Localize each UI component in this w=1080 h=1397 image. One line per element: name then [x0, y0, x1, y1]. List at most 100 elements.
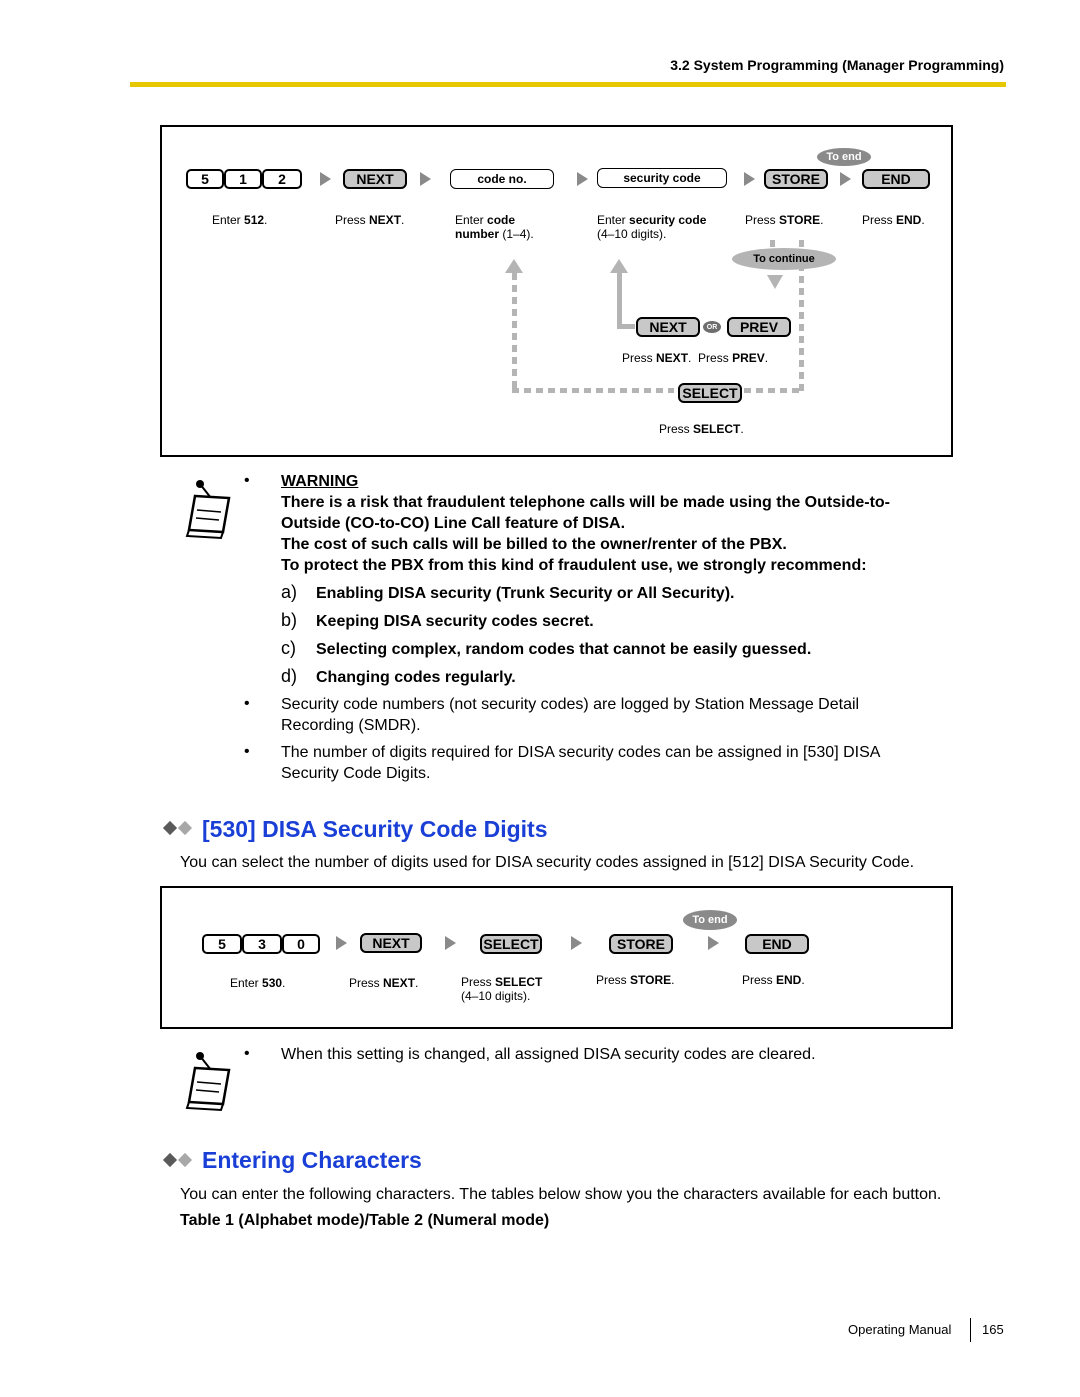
- note-line: Security code numbers (not security code…: [281, 696, 860, 713]
- bullet: •: [244, 743, 250, 760]
- to-end-badge: To end: [683, 910, 737, 930]
- warning-line: There is a risk that fraudulent telephon…: [281, 494, 890, 511]
- caption-text: .: [801, 973, 805, 987]
- section-header-title: 3.2 System Programming (Manager Programm…: [670, 57, 1004, 73]
- select-key: SELECT: [678, 383, 742, 403]
- digit-key: 1: [224, 169, 262, 189]
- caption-text: (4–10 digits).: [597, 227, 667, 241]
- next-key: NEXT: [343, 169, 407, 189]
- caption-bold: security code: [629, 213, 707, 227]
- caption-text: .: [671, 973, 675, 987]
- caption-press-select: Press SELECT.: [659, 422, 744, 436]
- digit-key: 0: [282, 934, 320, 954]
- caption-text: .: [415, 976, 419, 990]
- caption-press-select: Press SELECT (4–10 digits).: [461, 975, 542, 1003]
- digit-key: 2: [262, 169, 302, 189]
- footer-divider: [970, 1318, 971, 1342]
- digit-key: 3: [242, 934, 282, 954]
- caption-text: Press: [742, 973, 777, 987]
- caption-bold: 512: [244, 213, 265, 227]
- caption-enter-512: Enter 512.: [212, 213, 267, 227]
- loop-line: [744, 388, 804, 393]
- caption-bold: NEXT: [369, 213, 402, 227]
- arrow-right-icon: [420, 172, 431, 186]
- caption-text: Press: [461, 975, 496, 989]
- or-badge: OR: [703, 321, 721, 333]
- digit-key: 5: [202, 934, 242, 954]
- caption-bold: NEXT: [656, 351, 689, 365]
- loop-line: [512, 273, 517, 393]
- list-label: b): [281, 610, 298, 630]
- caption-text: .: [764, 351, 769, 365]
- store-key: STORE: [609, 934, 673, 954]
- arrow-right-icon: [336, 936, 347, 950]
- caption-bold: STORE: [630, 973, 672, 987]
- caption-press-store: Press STORE.: [745, 213, 823, 227]
- caption-text: Press: [596, 973, 631, 987]
- caption-bold: number: [455, 227, 500, 241]
- list-item: Enabling DISA security (Trunk Security o…: [316, 585, 735, 602]
- select-key: SELECT: [480, 934, 542, 954]
- next-key: NEXT: [636, 317, 700, 337]
- diamond-icon: [162, 1152, 178, 1168]
- digit-key: 5: [186, 169, 224, 189]
- to-end-badge: To end: [817, 148, 871, 166]
- caption-bold: NEXT: [383, 976, 416, 990]
- security-code-field: security code: [597, 168, 727, 188]
- bullet: •: [244, 472, 250, 489]
- list-item: Selecting complex, random codes that can…: [316, 641, 812, 658]
- caption-text: .: [820, 213, 824, 227]
- end-key: END: [862, 169, 930, 189]
- arrow-right-icon: [744, 172, 755, 186]
- caption-text: .: [401, 213, 405, 227]
- list-item: Changing codes regularly.: [316, 669, 516, 686]
- caption-press-end: Press END.: [742, 973, 805, 987]
- diamond-icon: [177, 1152, 193, 1168]
- header-rule: [130, 82, 1006, 87]
- note-line: Security Code Digits.: [281, 765, 431, 782]
- caption-text: Press: [659, 422, 694, 436]
- caption-text: Press: [349, 976, 384, 990]
- caption-text: Press: [622, 351, 657, 365]
- page-number: 165: [982, 1322, 1004, 1337]
- warning-line: To protect the PBX from this kind of fra…: [281, 557, 867, 574]
- caption-text: Press: [335, 213, 370, 227]
- store-key: STORE: [764, 169, 828, 189]
- caption-enter-530: Enter 530.: [230, 976, 285, 990]
- caption-press-next: Press NEXT.: [349, 976, 418, 990]
- warning-line: The cost of such calls will be billed to…: [281, 536, 787, 553]
- code-number-field: code no.: [450, 169, 554, 189]
- section-heading-530: [530] DISA Security Code Digits: [202, 816, 548, 842]
- diamond-icon: [177, 820, 193, 836]
- arrow-right-icon: [840, 172, 851, 186]
- flow-diagram-512: 5 1 2 NEXT code no. security code STORE …: [160, 125, 953, 457]
- next-key: NEXT: [360, 933, 422, 953]
- bullet: •: [244, 1045, 250, 1062]
- caption-bold: 530: [262, 976, 283, 990]
- prev-key: PREV: [727, 317, 791, 337]
- section-intro: You can select the number of digits used…: [180, 854, 915, 871]
- caption-text: Enter: [455, 213, 488, 227]
- arrow-down-icon: [767, 275, 783, 289]
- arrow-right-icon: [708, 936, 719, 950]
- end-key: END: [745, 934, 809, 954]
- bullet: •: [244, 695, 250, 712]
- caption-text: Press: [745, 213, 780, 227]
- diamond-icon: [162, 820, 178, 836]
- caption-bold: END: [776, 973, 802, 987]
- list-item: Keeping DISA security codes secret.: [316, 613, 594, 630]
- loop-line: [617, 324, 635, 329]
- list-label: c): [281, 638, 296, 658]
- caption-press-store: Press STORE.: [596, 973, 674, 987]
- arrow-right-icon: [577, 172, 588, 186]
- warning-line: Outside (CO-to-CO) Line Call feature of …: [281, 515, 626, 532]
- section-intro: You can enter the following characters. …: [180, 1186, 942, 1203]
- note-line: Recording (SMDR).: [281, 717, 421, 734]
- caption-text: .: [921, 213, 925, 227]
- table-caption: Table 1 (Alphabet mode)/Table 2 (Numeral…: [180, 1212, 550, 1229]
- caption-press-next-prev: Press NEXT. Press PREV.: [622, 351, 768, 365]
- caption-text: (1–4).: [499, 227, 534, 241]
- arrow-right-icon: [445, 936, 456, 950]
- to-continue-badge: To continue: [732, 248, 836, 270]
- list-label: a): [281, 582, 298, 602]
